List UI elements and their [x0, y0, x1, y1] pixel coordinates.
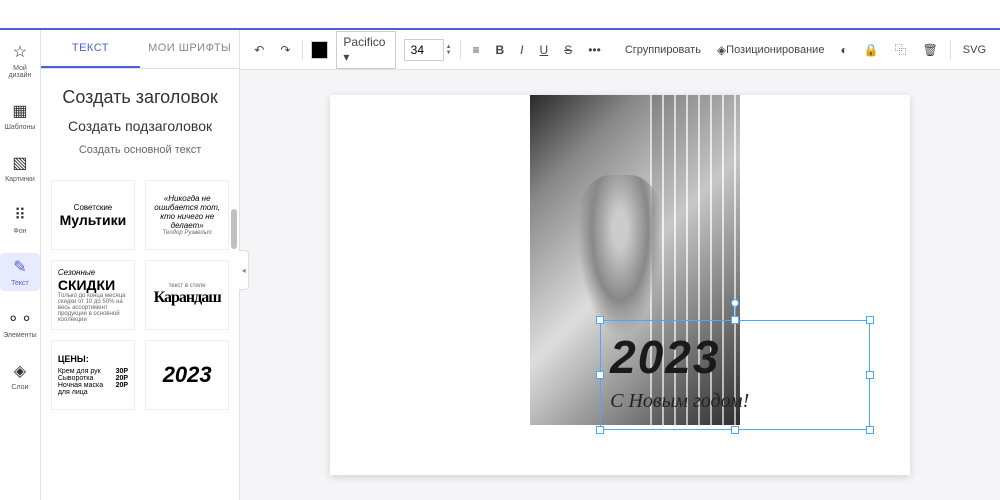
template-sales[interactable]: Сезонные СКИДКИ Только до конца месяца с…	[51, 260, 135, 330]
delete-button[interactable]: 🗑	[919, 39, 942, 61]
strike-button[interactable]: S	[560, 39, 576, 61]
layers-icon: ◈	[717, 43, 726, 57]
tab-my-fonts[interactable]: МОИ ШРИФТЫ	[140, 30, 239, 68]
panel-tabs: ТЕКСТ МОИ ШРИФТЫ	[41, 30, 239, 69]
nav-text[interactable]: ✎Текст	[0, 253, 40, 291]
nav-layers[interactable]: ◈Слои	[0, 357, 40, 395]
create-heading[interactable]: Создать заголовок	[51, 87, 229, 108]
editor-area: ↶ ↷ Pacifico ▾ ▲▼ ≡ B I U S ••• Сгруппир…	[240, 30, 1000, 500]
opacity-button[interactable]: ◐	[836, 39, 851, 61]
underline-button[interactable]: U	[536, 39, 553, 61]
scrollbar-thumb[interactable]	[231, 209, 237, 249]
font-select[interactable]: Pacifico ▾	[336, 31, 395, 69]
align-button[interactable]: ≡	[468, 39, 483, 61]
redo-button[interactable]: ↷	[276, 39, 294, 61]
app-topbar	[0, 0, 1000, 30]
svg-button[interactable]: SVG	[959, 40, 990, 60]
resize-handle-mr[interactable]	[866, 371, 874, 379]
resize-handle-tr[interactable]	[866, 316, 874, 324]
copy-button[interactable]: ⿻	[891, 37, 911, 62]
color-swatch[interactable]	[311, 41, 328, 59]
italic-button[interactable]: I	[516, 39, 527, 61]
nav-elements[interactable]: ⚬⚬Элементы	[0, 305, 40, 343]
collapse-panel-button[interactable]: ◂	[239, 250, 249, 290]
dots-icon: ⠿	[14, 205, 26, 225]
template-quote[interactable]: «Никогда не ошибается тот, кто ничего не…	[145, 180, 229, 250]
nav-rail: ☆Мой дизайн ▦Шаблоны ▧Картинки ⠿Фон ✎Тек…	[0, 30, 41, 500]
create-body-text[interactable]: Создать основной текст	[51, 144, 229, 156]
font-size-input[interactable]	[404, 39, 444, 61]
resize-handle-tm[interactable]	[731, 316, 739, 324]
resize-handle-bm[interactable]	[731, 426, 739, 434]
grid-icon: ▦	[12, 101, 27, 121]
group-button[interactable]: Сгруппировать	[621, 40, 705, 60]
resize-handle-ml[interactable]	[596, 371, 604, 379]
star-icon: ☆	[13, 42, 27, 62]
template-cartoons[interactable]: Советские Мультики	[51, 180, 135, 250]
resize-handle-br[interactable]	[866, 426, 874, 434]
template-year[interactable]: 2023	[145, 340, 229, 410]
image-icon: ▧	[12, 153, 27, 173]
text-icon: ✎	[13, 257, 26, 277]
lock-button[interactable]: 🔒	[860, 39, 883, 61]
resize-handle-tl[interactable]	[596, 316, 604, 324]
layers-icon: ◈	[14, 361, 26, 381]
more-button[interactable]: •••	[584, 39, 605, 61]
nav-templates[interactable]: ▦Шаблоны	[0, 97, 40, 135]
undo-button[interactable]: ↶	[250, 39, 268, 61]
size-down[interactable]: ▼	[446, 50, 452, 56]
nav-my-design[interactable]: ☆Мой дизайн	[0, 38, 40, 83]
position-button[interactable]: ◈ Позиционирование	[713, 39, 829, 61]
side-panel: ТЕКСТ МОИ ШРИФТЫ Создать заголовок Созда…	[41, 30, 240, 500]
selection-box[interactable]	[600, 320, 870, 430]
nav-images[interactable]: ▧Картинки	[0, 149, 40, 187]
template-pencil[interactable]: текст в стиле Карандаш	[145, 260, 229, 330]
design-canvas[interactable]: 2023 С Новым годом!	[330, 95, 910, 475]
text-toolbar: ↶ ↷ Pacifico ▾ ▲▼ ≡ B I U S ••• Сгруппир…	[240, 30, 1000, 70]
tab-text[interactable]: ТЕКСТ	[41, 30, 140, 68]
create-subheading[interactable]: Создать подзаголовок	[51, 118, 229, 134]
shapes-icon: ⚬⚬	[7, 309, 34, 329]
nav-background[interactable]: ⠿Фон	[0, 201, 40, 239]
bold-button[interactable]: B	[492, 39, 509, 61]
resize-handle-bl[interactable]	[596, 426, 604, 434]
template-prices[interactable]: ЦЕНЫ: Крем для рук30P Сыворотка20P Ночна…	[51, 340, 135, 410]
